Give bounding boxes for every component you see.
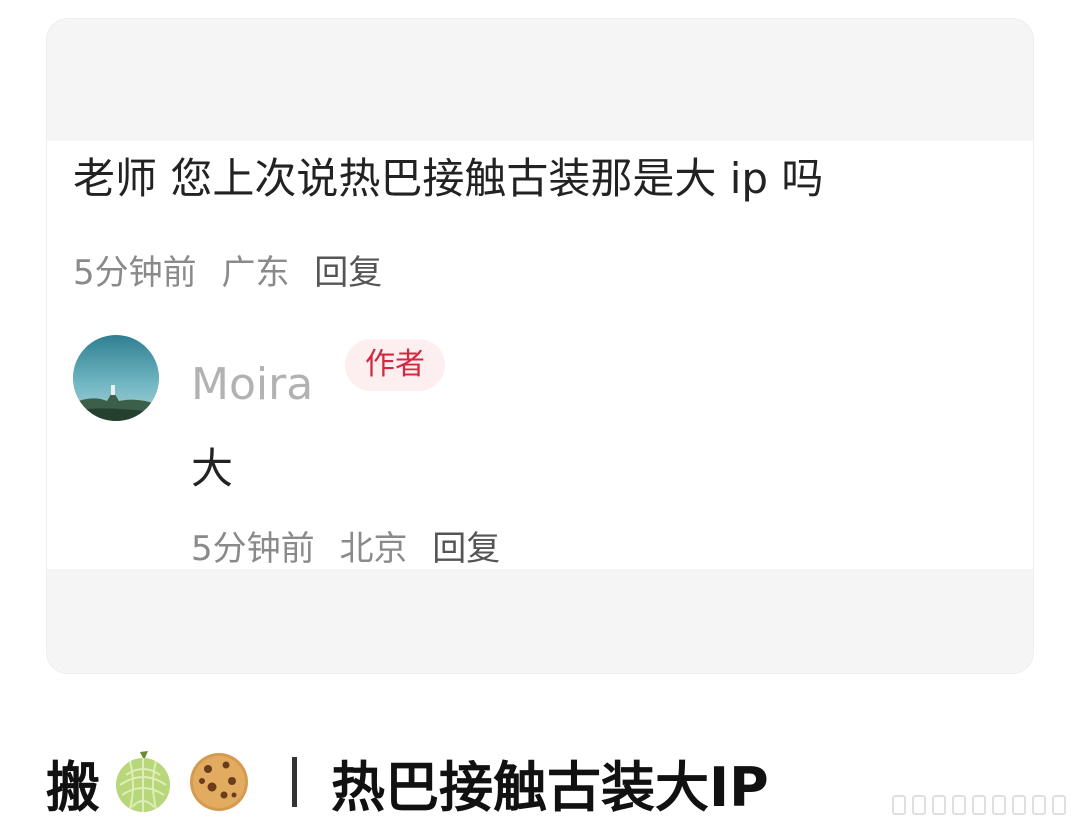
author-username[interactable]: Moira	[191, 359, 313, 411]
author-badge: 作者	[345, 339, 445, 391]
comment-location: 广东	[221, 253, 290, 293]
author-reply-button[interactable]: 回复	[432, 529, 500, 569]
landscape-avatar-icon	[73, 335, 159, 421]
cookie-emoji-icon	[190, 753, 248, 811]
author-reply-meta: 5分钟前 北京 回复	[191, 527, 514, 571]
caption-prefix: 搬	[46, 755, 100, 819]
watermark	[892, 792, 1072, 818]
caption-separator	[292, 757, 297, 807]
comment-reply-button[interactable]: 回复	[314, 253, 382, 293]
comment-card: 老师 您上次说热巴接触古装那是大 ip 吗 5分钟前 广东 回复 Moira 作…	[46, 18, 1034, 674]
comment-thread-band	[47, 141, 1033, 569]
author-avatar[interactable]	[73, 335, 159, 421]
post-caption: 搬 热巴接触古装大IP	[46, 742, 769, 822]
comment-meta: 5分钟前 广东 回复	[73, 251, 396, 295]
comment-text: 老师 您上次说热巴接触古装那是大 ip 吗	[73, 154, 824, 203]
author-reply-location: 北京	[339, 529, 408, 569]
caption-title: 热巴接触古装大IP	[331, 755, 769, 819]
author-reply-text: 大	[191, 444, 234, 493]
author-reply-time: 5分钟前	[191, 529, 315, 569]
melon-emoji-icon	[116, 751, 170, 812]
comment-time: 5分钟前	[73, 253, 197, 293]
